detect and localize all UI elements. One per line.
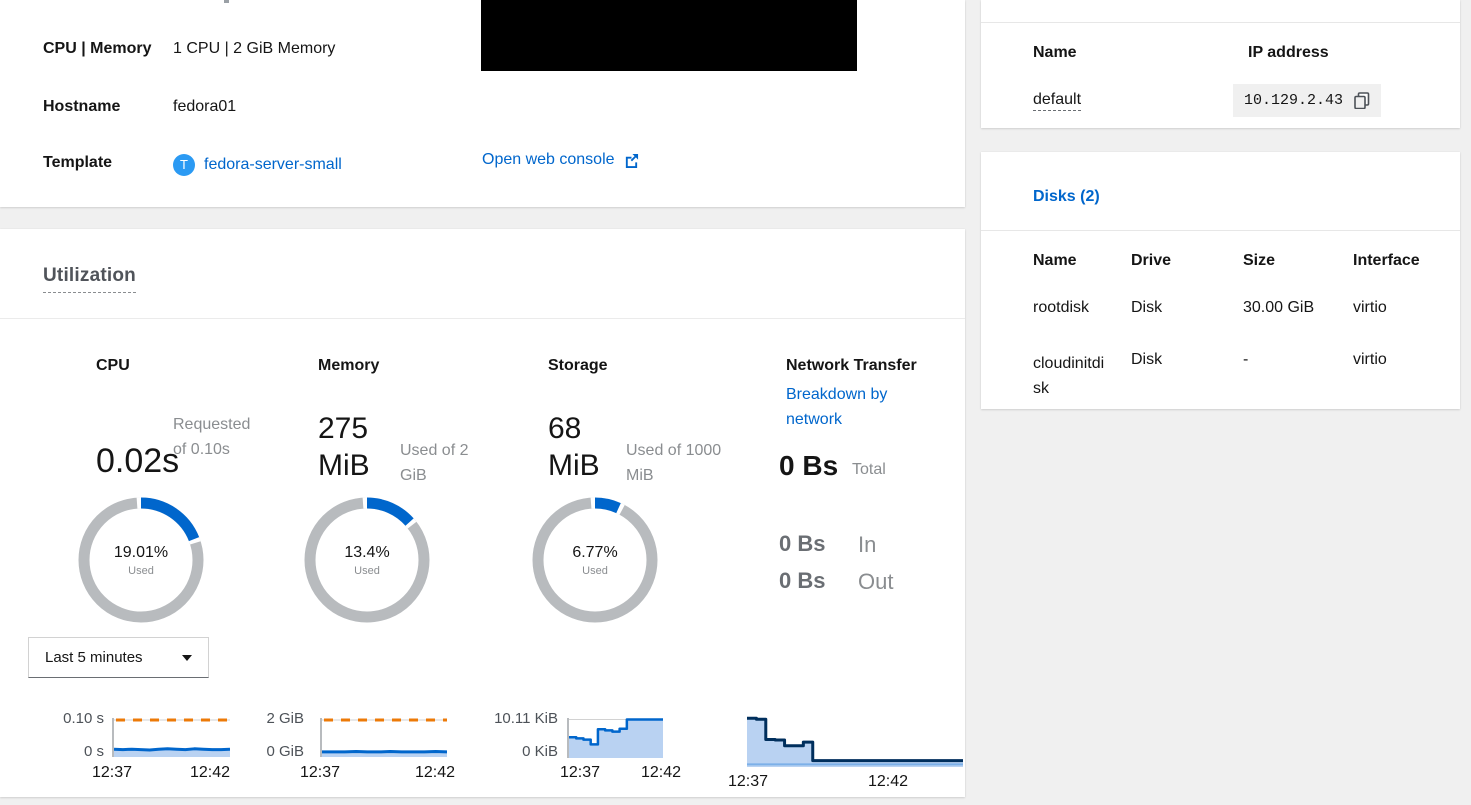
cpu-utilization-donut: 19.01% Used [76, 495, 206, 625]
card-divider [981, 22, 1460, 23]
storage-spark-xstart: 12:37 [559, 764, 601, 781]
disk-row-name: cloudinitdisk [1033, 355, 1105, 397]
memory-sparkline-chart [320, 718, 447, 757]
memory-utilization-donut: 13.4% Used [302, 495, 432, 625]
cpu-spark-ymin: 0 s [83, 743, 104, 760]
copy-ip-button[interactable] [1354, 92, 1370, 109]
breakdown-by-network-link[interactable]: Breakdown by network [786, 382, 916, 432]
vm-details-card: CPU | Memory 1 CPU | 2 GiB Memory Hostna… [0, 0, 965, 207]
network-sparkline-chart [747, 716, 963, 767]
storage-sparkline: 10.11 KiB 0 KiB 12:37 12:42 [480, 705, 685, 805]
detail-label-template: Template [43, 154, 113, 171]
template-link[interactable]: fedora-server-small [204, 156, 342, 174]
storage-capacity-detail: Used of 1000 MiB [626, 442, 722, 484]
memory-spark-ymax: 2 GiB [266, 710, 304, 727]
detail-label-hostname: Hostname [43, 98, 121, 115]
network-in-label: In [858, 532, 877, 557]
cpu-spark-ymax: 0.10 s [63, 710, 104, 727]
cropped-text-artifact [224, 0, 229, 3]
memory-spark-xstart: 12:37 [299, 764, 341, 781]
utilization-heading[interactable]: Utilization [43, 265, 136, 293]
cpu-used-value: 0.02s [96, 442, 180, 480]
nic-row-name: default [1033, 91, 1082, 111]
storage-spark-ymax: 10.11 KiB [494, 710, 558, 727]
disk-row-name: rootdisk [1033, 299, 1090, 316]
network-total-label: Total [852, 461, 886, 478]
external-link-icon [625, 153, 638, 168]
network-sparkline: 12:37 12:42 [728, 705, 970, 805]
storage-used-value: 68 MiB [548, 412, 600, 482]
detail-label-cpu-memory: CPU | Memory [43, 40, 152, 57]
network-out-label: Out [858, 569, 894, 594]
chevron-down-icon [182, 654, 192, 661]
cpu-card-title: CPU [96, 357, 130, 374]
memory-card-title: Memory [318, 357, 380, 374]
network-out-value: 0 Bs [779, 568, 826, 593]
disks-header-size: Size [1243, 252, 1276, 269]
cpu-requested-detail: Requested of 0.10s [173, 416, 251, 458]
disks-card-title-link[interactable]: Disks (2) [1033, 188, 1100, 206]
network-spark-xend: 12:42 [867, 773, 909, 790]
duration-select[interactable]: Last 5 minutes [28, 637, 209, 678]
disks-header-name: Name [1033, 252, 1077, 269]
ip-address-value: 10.129.2.43 [1244, 92, 1344, 109]
ip-address-chip: 10.129.2.43 [1233, 84, 1382, 117]
storage-sparkline-chart [567, 718, 663, 758]
memory-capacity-detail: Used of 2 GiB [400, 442, 469, 484]
cpu-sparkline-chart [112, 718, 230, 757]
disk-row-drive: Disk [1131, 351, 1163, 368]
duration-select-value: Last 5 minutes [45, 649, 143, 666]
disks-header-drive: Drive [1131, 252, 1172, 269]
disk-row-size: 30.00 GiB [1243, 299, 1315, 316]
card-divider [981, 230, 1460, 231]
utilization-card: Utilization CPU Memory Storage Network T… [0, 229, 965, 797]
nic-header-name: Name [1033, 44, 1077, 61]
nic-header-ip: IP address [1248, 44, 1329, 61]
nic-name-link[interactable]: default [1033, 91, 1082, 111]
memory-sparkline: 2 GiB 0 GiB 12:37 12:42 [240, 705, 455, 805]
template-badge-icon: T [173, 154, 195, 176]
network-interfaces-card: Name IP address default 10.129.2.43 [981, 0, 1460, 128]
disk-row-size: - [1243, 351, 1249, 368]
disks-card: Disks (2) Name Drive Size Interface root… [981, 152, 1460, 409]
cpu-spark-xend: 12:42 [189, 764, 231, 781]
copy-icon [1354, 92, 1370, 109]
storage-utilization-donut: 6.77% Used [530, 495, 660, 625]
detail-value-hostname: fedora01 [173, 98, 237, 115]
storage-spark-xend: 12:42 [640, 764, 682, 781]
cpu-spark-xstart: 12:37 [91, 764, 133, 781]
open-web-console-link[interactable]: Open web console [482, 151, 639, 169]
open-web-console-label: Open web console [482, 151, 615, 168]
storage-card-title: Storage [548, 357, 608, 374]
network-card-title: Network Transfer [786, 357, 917, 374]
memory-spark-ymin: 0 GiB [266, 743, 304, 760]
disk-row-drive: Disk [1131, 299, 1163, 316]
disk-row-interface: virtio [1353, 299, 1387, 316]
memory-used-value: 275 MiB [318, 412, 370, 482]
vnc-console-thumbnail[interactable] [481, 0, 857, 71]
cpu-sparkline: 0.10 s 0 s 12:37 12:42 [43, 705, 243, 805]
detail-value-cpu-memory: 1 CPU | 2 GiB Memory [173, 40, 336, 57]
network-in-value: 0 Bs [779, 531, 826, 556]
vm-overview-page: { "details": { "rows": [ { "label": "CPU… [0, 0, 1471, 797]
section-divider [0, 318, 965, 319]
memory-spark-xend: 12:42 [414, 764, 456, 781]
storage-spark-ymin: 0 KiB [522, 743, 558, 760]
disks-header-interface: Interface [1353, 252, 1420, 269]
network-total-value: 0 Bs [779, 450, 839, 481]
network-spark-xstart: 12:37 [727, 773, 769, 790]
disk-row-interface: virtio [1353, 351, 1387, 368]
detail-value-template: T fedora-server-small [173, 154, 342, 176]
